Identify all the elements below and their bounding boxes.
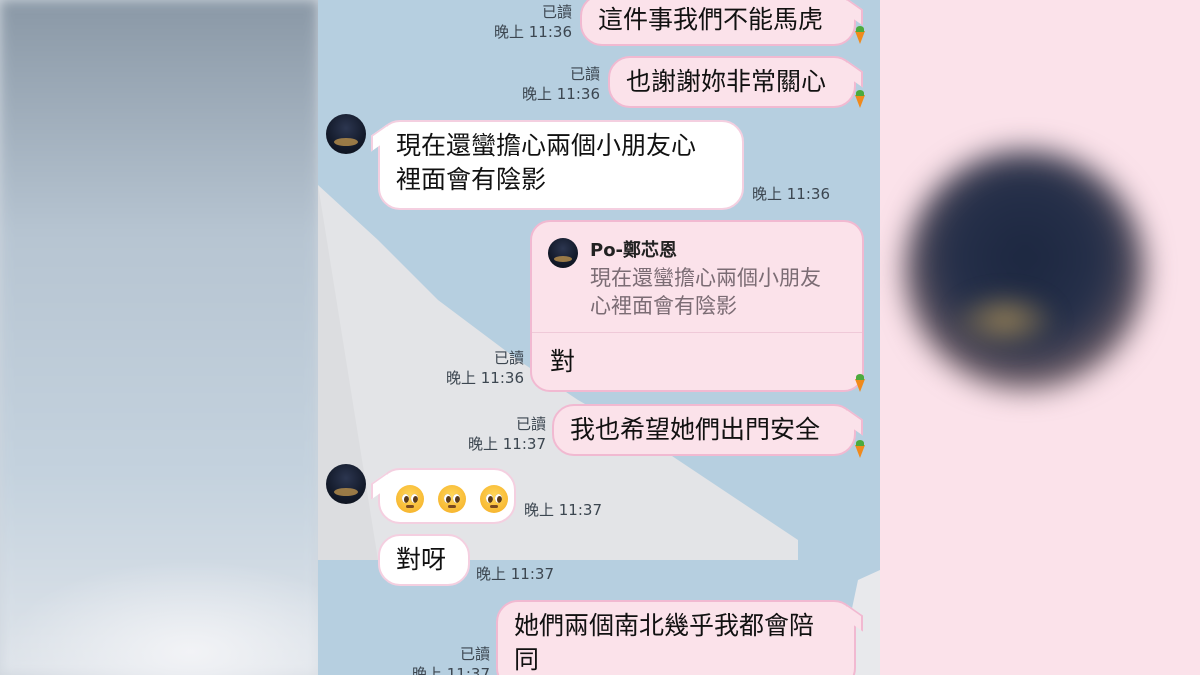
- message-text: 也謝謝妳非常關心: [626, 67, 827, 96]
- quoted-text: 現在還蠻擔心兩個小朋友 心裡面會有陰影: [590, 264, 855, 320]
- reply-text: 對: [550, 347, 576, 376]
- message-meta: 已讀 晚上 11:36: [516, 64, 600, 104]
- carrot-icon: [852, 90, 866, 108]
- pleading-face-emoji: [437, 485, 466, 513]
- quoted-sender-name: Po-鄭芯恩: [590, 240, 678, 261]
- blurred-avatar-glow: [950, 290, 1060, 350]
- message-text-line: 同: [514, 645, 540, 674]
- reply-message[interactable]: Po-鄭芯恩 現在還蠻擔心兩個小朋友 心裡面會有陰影 對: [530, 220, 864, 392]
- message-text-line: 現在還蠻擔心兩個小朋友心: [396, 131, 697, 160]
- message-time: 晚上 11:37: [524, 501, 602, 519]
- read-receipt: 已讀: [569, 65, 600, 83]
- carrot-icon: [852, 374, 866, 392]
- read-receipt: 已讀: [515, 415, 546, 433]
- blurred-backdrop-left-highlight: [0, 560, 318, 675]
- pleading-face-emoji: [396, 485, 424, 513]
- message-time: 晚上 11:36: [446, 369, 524, 387]
- message-text: 對呀: [396, 545, 447, 574]
- pleading-face-emoji: [479, 485, 508, 513]
- message-time: 晚上 11:36: [752, 185, 830, 203]
- quoted-avatar: [548, 238, 578, 268]
- message-time: 晚上 11:36: [522, 85, 600, 103]
- read-receipt: 已讀: [459, 645, 490, 663]
- message-time: 晚上 11:36: [494, 23, 572, 41]
- incoming-message[interactable]: 現在還蠻擔心兩個小朋友心 裡面會有陰影: [378, 120, 744, 210]
- message-meta: 已讀 晚上 11:37: [462, 414, 546, 454]
- quoted-message[interactable]: Po-鄭芯恩 現在還蠻擔心兩個小朋友 心裡面會有陰影: [532, 222, 862, 333]
- message-text: 這件事我們不能馬虎: [598, 5, 824, 34]
- message-meta: 已讀 晚上 11:37: [404, 644, 490, 675]
- carrot-icon: [852, 26, 866, 44]
- message-time: 晚上 11:37: [476, 565, 554, 583]
- message-time: 晚上 11:37: [468, 435, 546, 453]
- message-text: 我也希望她們出門安全: [570, 415, 821, 444]
- outgoing-message[interactable]: 也謝謝妳非常關心: [608, 56, 856, 108]
- avatar[interactable]: [326, 114, 366, 154]
- avatar[interactable]: [326, 464, 366, 504]
- incoming-message[interactable]: 對呀: [378, 534, 470, 586]
- outgoing-message[interactable]: 她們兩個南北幾乎我都會陪 同: [496, 600, 856, 675]
- incoming-emoji-message[interactable]: [378, 468, 516, 524]
- outgoing-message[interactable]: 這件事我們不能馬虎: [580, 0, 856, 46]
- blurred-avatar-backdrop: [905, 150, 1145, 390]
- message-meta: 已讀 晚上 11:36: [488, 2, 572, 42]
- message-text-line: 裡面會有陰影: [396, 165, 547, 194]
- message-meta: 已讀 晚上 11:36: [430, 348, 524, 388]
- quoted-text-line: 心裡面會有陰影: [590, 294, 737, 318]
- message-time: 晚上 11:37: [412, 665, 490, 675]
- outgoing-message[interactable]: 我也希望她們出門安全: [552, 404, 856, 456]
- carrot-icon: [852, 440, 866, 458]
- read-receipt: 已讀: [493, 349, 524, 367]
- chat-window[interactable]: 已讀 晚上 11:36 這件事我們不能馬虎 已讀 晚上 11:36 也謝謝妳非常…: [318, 0, 880, 675]
- quoted-text-line: 現在還蠻擔心兩個小朋友: [590, 266, 821, 290]
- read-receipt: 已讀: [541, 3, 572, 21]
- message-text-line: 她們兩個南北幾乎我都會陪: [514, 611, 815, 640]
